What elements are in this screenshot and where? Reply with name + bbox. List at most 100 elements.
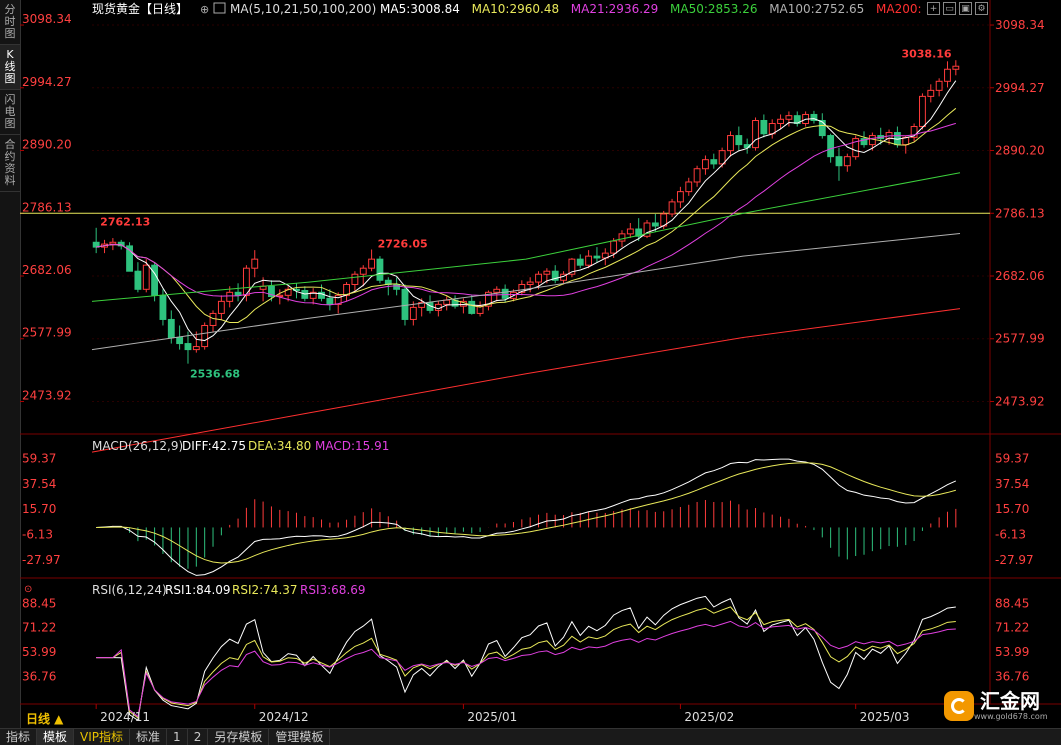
candle-body bbox=[368, 258, 376, 269]
candle-body bbox=[785, 115, 793, 120]
candle-body bbox=[702, 159, 709, 170]
chart-title: 现货黄金【日线】 bbox=[92, 1, 188, 16]
candle-body bbox=[626, 228, 634, 235]
candle-body bbox=[651, 222, 659, 227]
ma5-line bbox=[96, 80, 957, 342]
bottom-tab-4[interactable]: 1 bbox=[167, 729, 188, 745]
rsi2-value: RSI2:74.37 bbox=[232, 583, 298, 597]
diff-line bbox=[96, 458, 957, 576]
candle-body bbox=[835, 156, 843, 167]
zoom-in-icon[interactable]: ▣ bbox=[959, 2, 972, 15]
bottom-tab-1[interactable]: 模板 bbox=[37, 729, 75, 745]
candle-body bbox=[443, 299, 451, 305]
left-rsi-label: 88.45 bbox=[22, 596, 56, 610]
candle-body bbox=[326, 297, 334, 305]
low-annotation: 2536.68 bbox=[190, 368, 240, 381]
candle-body bbox=[935, 80, 943, 91]
candle-body bbox=[718, 150, 726, 165]
zoom-out-icon[interactable]: ▭ bbox=[943, 2, 956, 15]
candle-body bbox=[192, 346, 200, 351]
ma-value-3: MA50:2853.26 bbox=[670, 2, 758, 16]
candle-body bbox=[401, 288, 409, 320]
rsi3-line bbox=[96, 620, 956, 718]
candle-body bbox=[944, 68, 951, 82]
dea-line bbox=[96, 462, 956, 564]
candle-body bbox=[760, 119, 768, 135]
ma50-line bbox=[91, 172, 961, 302]
candle-body bbox=[468, 300, 476, 314]
ma-value-5: MA200: bbox=[876, 2, 922, 16]
candle-body bbox=[735, 135, 743, 146]
rsi-axis-label: 36.76 bbox=[995, 669, 1029, 683]
candle-body bbox=[919, 95, 926, 128]
ma-label: MA(5,10,21,50,100,200) bbox=[230, 2, 376, 16]
macd-dea: DEA:34.80 bbox=[248, 439, 311, 453]
crosshair-icon[interactable]: + bbox=[927, 2, 940, 15]
chart-area[interactable]: 3098.34 3098.34 2994.27 2994.27 2890.20 2890.… bbox=[20, 0, 1061, 728]
candle-body bbox=[359, 267, 367, 275]
side-tab-1[interactable]: K线图 bbox=[0, 45, 20, 90]
side-tabs: 分时图K线图闪电图合约资料 bbox=[0, 0, 21, 728]
candle-body bbox=[593, 255, 601, 259]
macd-axis-label: 15.70 bbox=[995, 502, 1029, 516]
price-axis-label: 2994.27 bbox=[995, 81, 1045, 95]
candle-body bbox=[868, 135, 876, 146]
candle-body bbox=[585, 255, 593, 266]
bottom-tab-bar: 指标 模板 VIP指标 标准 1 2 另存模板 管理模板 bbox=[0, 728, 1061, 745]
ma21-line bbox=[96, 122, 956, 306]
candle-body bbox=[493, 288, 501, 293]
left-price-label: 3098.34 bbox=[22, 12, 72, 26]
time-axis-label: 2025/02 bbox=[684, 710, 734, 724]
left-macd-label: 59.37 bbox=[22, 451, 56, 465]
candle-body bbox=[409, 306, 417, 320]
candle-body bbox=[376, 258, 384, 281]
left-macd-label: -6.13 bbox=[22, 528, 53, 542]
macd-axis-label: 59.37 bbox=[995, 451, 1029, 465]
price-axis-label: 3098.34 bbox=[995, 18, 1045, 32]
left-price-label: 2786.13 bbox=[22, 200, 72, 214]
candle-body bbox=[526, 281, 534, 285]
candle-body bbox=[234, 291, 242, 296]
annotation: 2762.13 bbox=[100, 216, 150, 229]
rsi3-value: RSI3:68.69 bbox=[300, 583, 366, 597]
ma-value-2: MA21:2936.29 bbox=[571, 2, 659, 16]
candle-body bbox=[818, 119, 826, 137]
rsi-axis-label: 71.22 bbox=[995, 621, 1029, 635]
candle-body bbox=[610, 240, 618, 254]
candle-body bbox=[501, 288, 509, 299]
rsi1-value: RSI1:84.09 bbox=[165, 583, 231, 597]
macd-axis-label: 37.54 bbox=[995, 477, 1029, 491]
price-axis-label: 2786.13 bbox=[995, 206, 1045, 220]
bottom-tab-5[interactable]: 2 bbox=[188, 729, 209, 745]
candle-body bbox=[151, 264, 159, 296]
bottom-tab-7[interactable]: 管理模板 bbox=[269, 729, 331, 745]
side-tab-0[interactable]: 分时图 bbox=[0, 0, 20, 45]
candle-body bbox=[710, 159, 718, 165]
bottom-tab-6[interactable]: 另存模板 bbox=[208, 729, 270, 745]
high-annotation: 3038.16 bbox=[901, 47, 951, 60]
logo: 汇金网 www.gold678.com bbox=[944, 690, 1048, 721]
period-label[interactable]: 日线 ▲ bbox=[26, 710, 63, 727]
price-axis-label: 2682.06 bbox=[995, 269, 1045, 283]
bottom-tab-2[interactable]: VIP指标 bbox=[74, 729, 131, 745]
candle-body bbox=[393, 283, 401, 290]
annotation: 2726.05 bbox=[378, 237, 428, 250]
candle-body bbox=[159, 294, 167, 320]
candle-body bbox=[777, 118, 784, 125]
time-axis-label: 2024/11 bbox=[100, 710, 150, 724]
bottom-tab-0[interactable]: 指标 bbox=[0, 729, 38, 745]
left-price-label: 2994.27 bbox=[22, 75, 72, 89]
left-price-label: 2890.20 bbox=[22, 138, 72, 152]
side-tab-2[interactable]: 闪电图 bbox=[0, 90, 20, 135]
bottom-tab-3[interactable]: 标准 bbox=[130, 729, 168, 745]
candle-body bbox=[668, 201, 676, 215]
settings-icon[interactable]: ⚙ bbox=[975, 2, 988, 15]
ma-value-4: MA100:2752.65 bbox=[769, 2, 864, 16]
logo-icon bbox=[944, 690, 974, 721]
candle-body bbox=[351, 273, 359, 285]
price-axis-label: 2473.92 bbox=[995, 394, 1045, 408]
time-axis-label: 2025/03 bbox=[860, 710, 910, 724]
side-tab-3[interactable]: 合约资料 bbox=[0, 135, 20, 192]
rsi1-line bbox=[96, 595, 956, 722]
candle-body bbox=[226, 291, 234, 302]
